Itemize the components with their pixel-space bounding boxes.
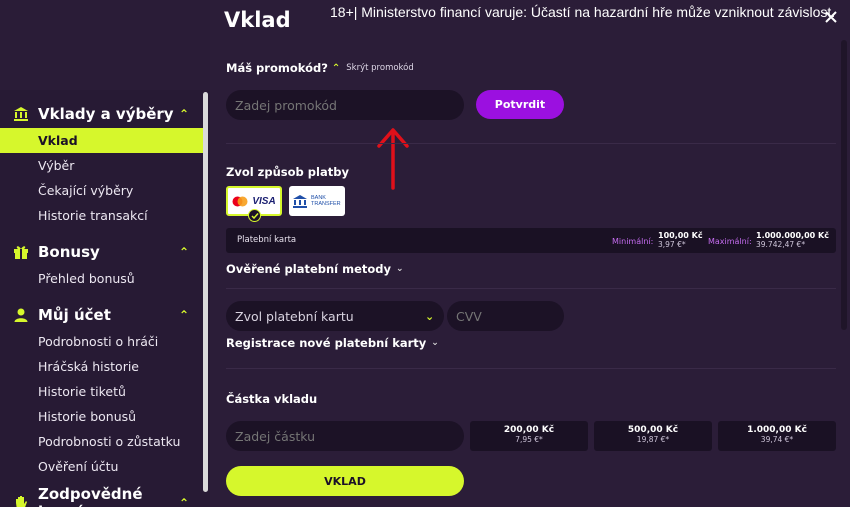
deposit-submit-button[interactable]: VKLAD	[226, 466, 464, 496]
main-scrollbar[interactable]	[841, 40, 847, 330]
chevron-down-icon: ⌄	[396, 264, 404, 274]
quick-amount-eur: 19,87 €*	[636, 435, 670, 444]
user-icon	[12, 306, 30, 324]
payment-method-bank-transfer[interactable]: BANK TRANSFER	[289, 186, 345, 216]
sidebar-section-title: Zodpovědné hraní	[38, 485, 143, 507]
quick-amount-eur: 7,95 €*	[515, 435, 543, 444]
min-label: Minimální:	[612, 237, 654, 246]
sidebar-section-account[interactable]: Můj účet ⌃	[0, 301, 203, 329]
sidebar-section-bonuses[interactable]: Bonusy ⌃	[0, 238, 203, 266]
visa-logo: VISA	[252, 195, 276, 207]
payment-limits-bar: Platební karta Minimální: 100,00 Kč 3,97…	[226, 228, 836, 253]
quick-amount-button[interactable]: 500,00 Kč 19,87 €*	[594, 421, 712, 451]
check-icon	[248, 209, 261, 222]
min-value-eur: 3,97 €*	[658, 240, 686, 249]
quick-amount-value: 1.000,00 Kč	[747, 425, 807, 435]
verified-methods-label: Ověřené platební metody	[226, 262, 392, 276]
sidebar-header	[0, 0, 210, 90]
register-card-label: Registrace nové platební karty	[226, 336, 427, 350]
divider	[226, 288, 836, 289]
payment-method-name: Platební karta	[237, 235, 297, 245]
chevron-up-icon: ⌃	[178, 245, 190, 259]
mastercard-icon	[232, 196, 248, 206]
sidebar-item-bonus-overview[interactable]: Přehled bonusů	[0, 266, 203, 291]
chevron-down-icon: ⌄	[431, 338, 439, 348]
chevron-down-icon: ⌄	[425, 310, 435, 323]
quick-amount-eur: 39,74 €*	[760, 435, 794, 444]
sidebar-item-balance-details[interactable]: Podrobnosti o zůstatku	[0, 429, 203, 454]
max-value-czk: 1.000.000,00 Kč	[756, 231, 829, 240]
gambling-warning: 18+| Ministerstvo financí varuje: Účastí…	[330, 4, 836, 20]
card-select[interactable]: Zvol platební kartu	[226, 301, 444, 331]
sidebar-item-withdrawal[interactable]: Výběr	[0, 153, 203, 178]
chevron-up-icon: ⌃	[178, 496, 190, 507]
chevron-up-icon: ⌃	[178, 308, 190, 322]
hide-promo-link[interactable]: Skrýt promokód	[346, 63, 413, 73]
sidebar-section-title: Bonusy	[38, 243, 100, 261]
bank-transfer-label: BANK TRANSFER	[311, 195, 341, 207]
register-card-toggle[interactable]: Registrace nové platební karty ⌄	[226, 336, 439, 350]
quick-amount-value: 200,00 Kč	[503, 425, 555, 435]
annotation-arrow-icon	[377, 128, 409, 190]
chevron-up-icon[interactable]: ⌃	[332, 63, 340, 74]
sidebar: Vklady a výběry ⌃ Vklad Výběr Čekající v…	[0, 0, 210, 507]
close-icon[interactable]	[823, 9, 839, 25]
sidebar-section-title: Můj účet	[38, 306, 111, 324]
sidebar-scrollbar[interactable]	[203, 92, 208, 492]
page-title: Vklad	[224, 8, 291, 32]
gift-icon	[12, 243, 30, 261]
divider	[226, 143, 836, 144]
promo-label: Máš promokód?	[226, 61, 328, 75]
sidebar-item-player-history[interactable]: Hráčská historie	[0, 354, 203, 379]
max-label: Maximální:	[708, 237, 752, 246]
max-value-eur: 39.742,47 €*	[756, 240, 806, 249]
sidebar-section-responsible-gaming[interactable]: Zodpovědné hraní ⌃	[0, 485, 203, 507]
verified-methods-toggle[interactable]: Ověřené platební metody ⌄	[226, 262, 404, 276]
card-select-value: Zvol platební kartu	[235, 308, 354, 324]
promo-section-label: Máš promokód? ⌃ Skrýt promokód	[226, 61, 414, 75]
amount-label: Částka vkladu	[226, 392, 318, 406]
sidebar-item-transaction-history[interactable]: Historie transakcí	[0, 203, 203, 228]
bank-icon	[12, 105, 30, 123]
sidebar-item-ticket-history[interactable]: Historie tiketů	[0, 379, 203, 404]
promo-code-input[interactable]	[226, 90, 464, 120]
sidebar-nav: Vklady a výběry ⌃ Vklad Výběr Čekající v…	[0, 96, 203, 507]
chevron-up-icon: ⌃	[178, 107, 190, 121]
quick-amount-button[interactable]: 1.000,00 Kč 39,74 €*	[718, 421, 836, 451]
sidebar-item-account-verification[interactable]: Ověření účtu	[0, 454, 203, 479]
bank-transfer-icon	[293, 194, 307, 208]
sidebar-item-deposit[interactable]: Vklad	[0, 128, 203, 153]
confirm-promo-button[interactable]: Potvrdit	[476, 90, 564, 119]
payment-method-label: Zvol způsob platby	[226, 165, 349, 179]
divider	[226, 368, 836, 369]
sidebar-item-bonus-history[interactable]: Historie bonusů	[0, 404, 203, 429]
min-value: 100,00 Kč 3,97 €*	[658, 231, 703, 249]
min-value-czk: 100,00 Kč	[658, 231, 703, 240]
quick-amount-value: 500,00 Kč	[627, 425, 679, 435]
sidebar-item-player-details[interactable]: Podrobnosti o hráči	[0, 329, 203, 354]
hand-icon	[12, 494, 30, 507]
sidebar-section-title: Vklady a výběry	[38, 105, 174, 123]
sidebar-section-deposits[interactable]: Vklady a výběry ⌃	[0, 100, 203, 128]
sidebar-item-pending-withdrawals[interactable]: Čekající výběry	[0, 178, 203, 203]
amount-input[interactable]	[226, 421, 464, 451]
max-value: 1.000.000,00 Kč 39.742,47 €*	[756, 231, 829, 249]
quick-amount-button[interactable]: 200,00 Kč 7,95 €*	[470, 421, 588, 451]
cvv-input[interactable]	[447, 301, 564, 331]
